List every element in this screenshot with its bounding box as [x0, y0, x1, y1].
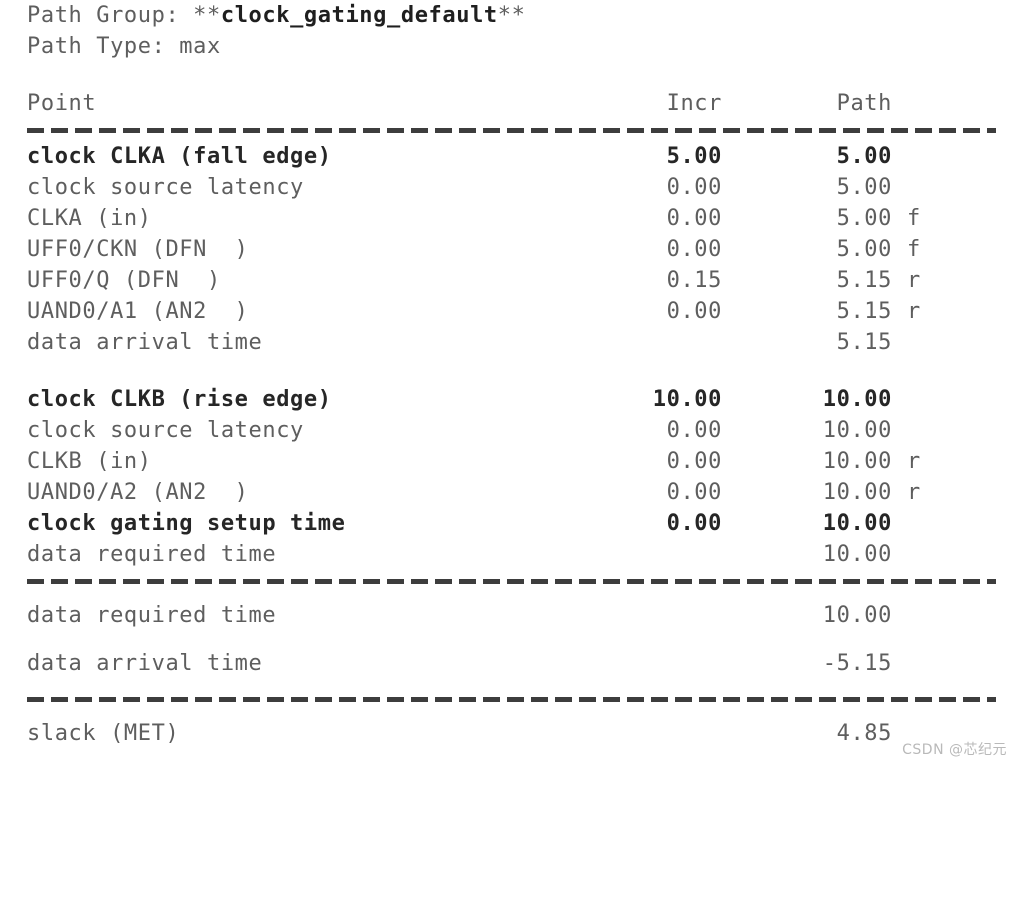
path-type-line: Path Type: max: [27, 34, 221, 59]
row-edge: f: [907, 237, 921, 262]
dashed-line: [27, 697, 996, 702]
row-point: UFF0/CKN (DFN ): [27, 237, 249, 262]
row-path: 5.00: [836, 237, 892, 262]
row-path: 5.00: [836, 175, 892, 200]
row-path: 10.00: [822, 449, 892, 474]
column-header-path: Path: [836, 91, 892, 116]
row-path: 5.00: [836, 206, 892, 231]
row-point: UAND0/A2 (AN2 ): [27, 480, 249, 505]
row-point: clock source latency: [27, 175, 304, 200]
path-group-asterisks-open: **: [193, 3, 221, 28]
path-group-value: clock_gating_default: [220, 3, 498, 28]
row-incr: 0.00: [666, 449, 722, 474]
dashed-line: [27, 579, 996, 584]
row-edge: f: [907, 206, 921, 231]
row-point: clock CLKB (rise edge): [27, 387, 332, 412]
table-row: clock CLKA (fall edge) 5.00 5.00: [0, 141, 1017, 172]
row-incr: 0.00: [666, 299, 722, 324]
row-point: UFF0/Q (DFN ): [27, 268, 221, 293]
summary-row: data required time 10.00: [0, 592, 1017, 640]
summary-point: data required time: [27, 603, 277, 628]
divider-rule-top: [0, 119, 1017, 141]
row-path: 10.00: [822, 418, 892, 443]
slack-row: slack (MET) 4.85: [0, 710, 1017, 758]
column-header-point: Point: [27, 91, 97, 116]
row-edge: r: [907, 480, 921, 505]
column-header-incr: Incr: [666, 91, 722, 116]
divider-rule-bottom: [0, 688, 1017, 710]
row-incr: 0.15: [666, 268, 722, 293]
slack-label: slack (MET): [27, 721, 180, 746]
table-row: CLKB (in) 0.00 10.00 r: [0, 446, 1017, 477]
table-row: clock gating setup time 0.00 10.00: [0, 508, 1017, 539]
row-path: 5.15: [836, 268, 892, 293]
table-row: data required time 10.00: [0, 539, 1017, 570]
path-group-asterisks-close: **: [497, 3, 526, 28]
table-row: clock CLKB (rise edge) 10.00 10.00: [0, 384, 1017, 415]
row-point: UAND0/A1 (AN2 ): [27, 299, 249, 324]
row-incr: 0.00: [666, 237, 722, 262]
column-header-row: Point Incr Path: [0, 88, 1017, 119]
row-point: CLKB (in): [27, 449, 152, 474]
row-point: clock source latency: [27, 418, 304, 443]
path-group-line: Path Group: **clock_gating_default**: [0, 0, 1017, 31]
row-point: clock CLKA (fall edge): [27, 144, 332, 169]
row-point: data required time: [27, 542, 277, 567]
row-path: 5.15: [836, 299, 892, 324]
row-path: 10.00: [822, 542, 892, 567]
row-point: clock gating setup time: [27, 511, 346, 536]
summary-path: -5.15: [822, 651, 892, 676]
summary-row: data arrival time -5.15: [0, 640, 1017, 688]
table-row: data arrival time 5.15: [0, 327, 1017, 358]
watermark: CSDN @芯纪元: [902, 742, 1007, 758]
summary-path: 10.00: [822, 603, 892, 628]
row-incr: 5.00: [666, 144, 722, 169]
divider-rule-middle: [0, 570, 1017, 592]
table-row: UFF0/Q (DFN ) 0.15 5.15 r: [0, 265, 1017, 296]
dashed-line: [27, 128, 996, 133]
row-incr: 0.00: [666, 206, 722, 231]
table-row: UAND0/A2 (AN2 ) 0.00 10.00 r: [0, 477, 1017, 508]
row-path: 10.00: [822, 480, 892, 505]
row-edge: r: [907, 449, 921, 474]
table-row: clock source latency 0.00 10.00: [0, 415, 1017, 446]
row-point: CLKA (in): [27, 206, 152, 231]
row-incr: 0.00: [666, 418, 722, 443]
row-incr: 0.00: [666, 511, 722, 536]
row-incr: 0.00: [666, 480, 722, 505]
spacer-between-blocks: [0, 358, 1017, 384]
table-row: CLKA (in) 0.00 5.00 f: [0, 203, 1017, 234]
row-point: data arrival time: [27, 330, 263, 355]
row-edge: r: [907, 299, 921, 324]
table-row: UFF0/CKN (DFN ) 0.00 5.00 f: [0, 234, 1017, 265]
spacer-after-header: [0, 62, 1017, 88]
row-path: 5.15: [836, 330, 892, 355]
slack-value: 4.85: [836, 721, 892, 746]
table-row: clock source latency 0.00 5.00: [0, 172, 1017, 203]
row-incr: 0.00: [666, 175, 722, 200]
row-incr: 10.00: [652, 387, 722, 412]
row-path: 10.00: [822, 387, 892, 412]
path-group-label: Path Group:: [27, 3, 194, 28]
summary-point: data arrival time: [27, 651, 263, 676]
timing-report: Path Group: **clock_gating_default** Pat…: [0, 0, 1017, 767]
row-edge: r: [907, 268, 921, 293]
table-row: UAND0/A1 (AN2 ) 0.00 5.15 r: [0, 296, 1017, 327]
row-path: 10.00: [822, 511, 892, 536]
row-path: 5.00: [836, 144, 892, 169]
